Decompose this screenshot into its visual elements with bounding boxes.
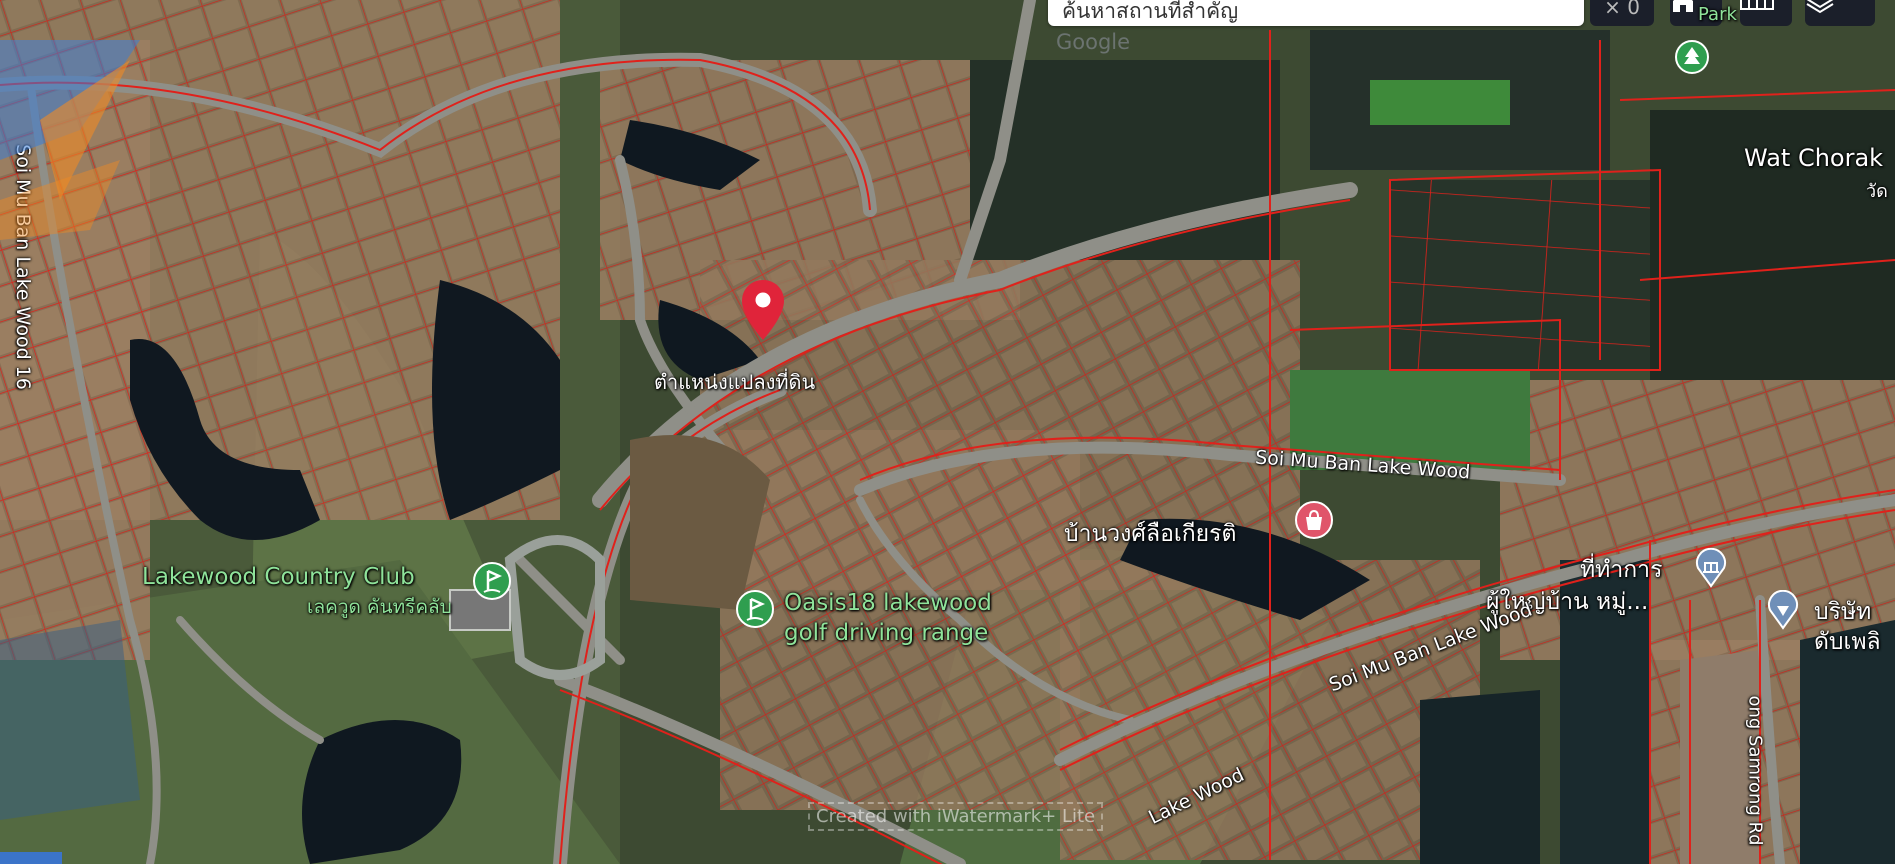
watermark-logo-icon — [0, 40, 160, 240]
village-office-label-line1: ที่ทำการ — [1580, 557, 1663, 583]
oasis18-label-line2: golf driving range — [784, 620, 989, 646]
golf-icon — [736, 590, 774, 628]
watermark-text: Created with iWatermark+ Lite — [808, 802, 1104, 831]
road-label-samrong: ong Samrong Rd — [1744, 695, 1766, 846]
layers-icon — [1806, 0, 1834, 14]
search-bar[interactable] — [1048, 0, 1584, 26]
home-icon — [1673, 0, 1693, 12]
google-attribution: Google — [1056, 30, 1131, 54]
wat-thai-label: วัด — [1866, 181, 1888, 202]
fire-station-icon — [1768, 590, 1798, 630]
golf-icon — [473, 562, 511, 600]
satellite-layer — [0, 0, 1895, 864]
layers-button[interactable] — [1805, 0, 1875, 26]
oasis18-label-line1: Oasis18 lakewood — [784, 590, 992, 616]
lakewood-cc-label: Lakewood Country Club — [142, 564, 415, 590]
tree-icon — [1675, 40, 1709, 74]
map-view[interactable]: × 0 Google ตำแหน่งแปลงที่ดิน — [0, 0, 1895, 864]
right-thai-label2: ดับเพลิ — [1814, 629, 1881, 655]
grid-icon — [1740, 0, 1774, 10]
lakewood-cc-thai-label: เลควูด คันทรีคลับ — [307, 596, 452, 618]
clear-button[interactable]: × 0 — [1590, 0, 1654, 26]
bottom-left-tab[interactable] — [0, 852, 62, 864]
wat-label: Wat Chorak — [1744, 144, 1884, 172]
search-input[interactable] — [1048, 0, 1584, 26]
shopping-bag-icon — [1295, 501, 1333, 539]
map-pin-icon — [742, 280, 784, 340]
pin-label: ตำแหน่งแปลงที่ดิน — [654, 370, 816, 394]
baan-wong-label: บ้านวงศ์ลือเกียรติ — [1064, 521, 1237, 547]
grid-button[interactable] — [1740, 0, 1792, 26]
clear-label: × 0 — [1604, 0, 1640, 19]
park-label: Park — [1698, 4, 1737, 25]
government-building-icon — [1696, 548, 1726, 588]
